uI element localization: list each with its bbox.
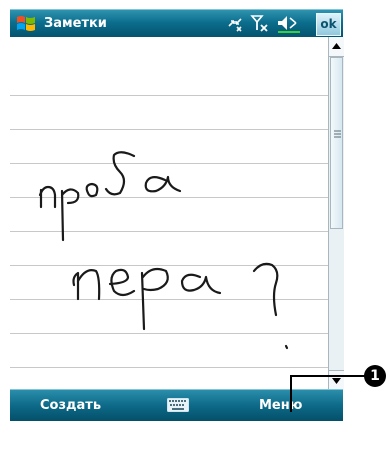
callout-pointer <box>290 375 365 412</box>
callout-number: 1 <box>364 365 386 387</box>
